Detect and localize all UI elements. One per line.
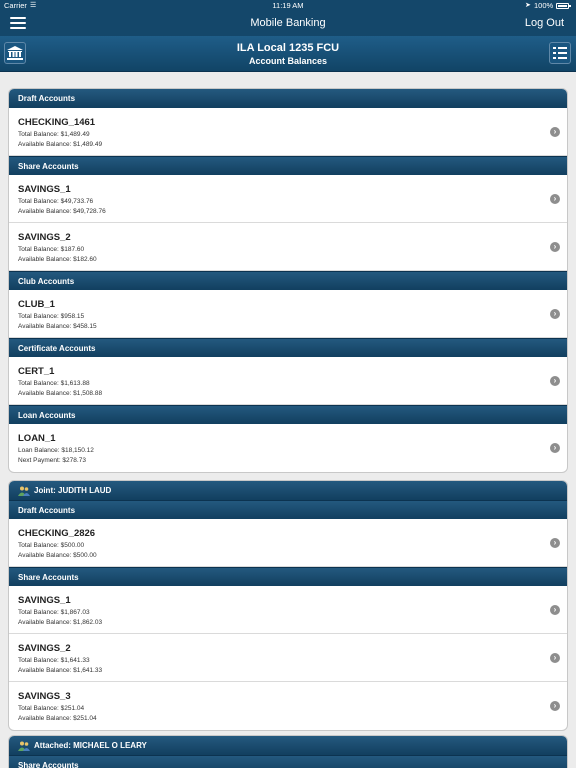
account-available: Available Balance: $1,489.49	[18, 141, 103, 148]
location-icon: ➤	[525, 2, 531, 9]
account-available: Available Balance: $251.04	[18, 715, 97, 722]
chevron-right-icon: ›	[550, 376, 560, 386]
chevron-right-icon: ›	[550, 701, 560, 711]
section-header: Club Accounts	[9, 271, 567, 290]
account-available: Available Balance: $458.15	[18, 323, 97, 330]
account-row[interactable]: SAVINGS_2 Total Balance: $187.60 Availab…	[9, 223, 567, 271]
account-row[interactable]: SAVINGS_1 Total Balance: $49,733.76 Avai…	[9, 175, 567, 223]
account-row[interactable]: CHECKING_1461 Total Balance: $1,489.49 A…	[9, 108, 567, 156]
account-total: Total Balance: $500.00	[18, 542, 85, 549]
account-total: Total Balance: $1,641.33	[18, 657, 90, 664]
account-row[interactable]: CERT_1 Total Balance: $1,613.88 Availabl…	[9, 357, 567, 405]
account-available: Available Balance: $1,862.03	[18, 619, 103, 626]
account-name: SAVINGS_2	[18, 643, 71, 654]
accounts-list[interactable]: Draft Accounts CHECKING_1461 Total Balan…	[0, 72, 576, 768]
account-total: Total Balance: $251.04	[18, 705, 85, 712]
account-total: Total Balance: $49,733.76	[18, 198, 94, 205]
account-row[interactable]: CHECKING_2826 Total Balance: $500.00 Ava…	[9, 519, 567, 567]
chevron-right-icon: ›	[550, 127, 560, 137]
account-available: Available Balance: $182.60	[18, 256, 97, 263]
account-name: SAVINGS_2	[18, 232, 71, 243]
account-name: LOAN_1	[18, 433, 56, 444]
people-icon	[18, 486, 30, 500]
loan-balance: Loan Balance: $18,150.12	[18, 447, 94, 454]
account-available: Available Balance: $500.00	[18, 552, 97, 559]
account-total: Total Balance: $1,867.03	[18, 609, 90, 616]
status-time: 11:19 AM	[272, 1, 304, 10]
account-name: SAVINGS_1	[18, 184, 71, 195]
account-total: Total Balance: $1,489.49	[18, 131, 90, 138]
account-row[interactable]: CLUB_1 Total Balance: $958.15 Available …	[9, 290, 567, 338]
account-available: Available Balance: $1,508.88	[18, 390, 103, 397]
account-row[interactable]: SAVINGS_1 Total Balance: $1,867.03 Avail…	[9, 586, 567, 634]
battery-percent: 100%	[534, 1, 554, 10]
primary-accounts-card: Draft Accounts CHECKING_1461 Total Balan…	[9, 89, 567, 472]
chevron-right-icon: ›	[550, 309, 560, 319]
credit-union-name: ILA Local 1235 FCU	[236, 42, 340, 54]
account-row[interactable]: SAVINGS_2 Total Balance: $1,641.33 Avail…	[9, 634, 567, 682]
section-header: Draft Accounts	[9, 500, 567, 519]
account-row[interactable]: LOAN_1 Loan Balance: $18,150.12 Next Pay…	[9, 424, 567, 472]
logout-button[interactable]: Log Out	[525, 17, 564, 29]
page-header: ILA Local 1235 FCU Account Balances	[0, 36, 576, 72]
section-header: Share Accounts	[9, 755, 567, 768]
chevron-right-icon: ›	[550, 242, 560, 252]
app-title: Mobile Banking	[250, 17, 326, 29]
account-name: CLUB_1	[18, 299, 55, 310]
owner-name: Attached: MICHAEL O LEARY	[34, 741, 147, 750]
account-total: Total Balance: $958.15	[18, 313, 85, 320]
joint-accounts-card: Joint: JUDITH LAUD Draft Accounts CHECKI…	[9, 481, 567, 730]
chevron-right-icon: ›	[550, 443, 560, 453]
account-name: CERT_1	[18, 366, 55, 377]
attached-accounts-card: Attached: MICHAEL O LEARY Share Accounts	[9, 736, 567, 768]
owner-header: Attached: MICHAEL O LEARY	[9, 736, 567, 755]
account-row[interactable]: SAVINGS_3 Total Balance: $251.04 Availab…	[9, 682, 567, 730]
chevron-right-icon: ›	[550, 605, 560, 615]
status-bar: Carrier ☰ 11:19 AM ➤ 100%	[0, 0, 576, 12]
page-subtitle: Account Balances	[248, 56, 328, 66]
account-available: Available Balance: $1,641.33	[18, 667, 103, 674]
account-name: SAVINGS_1	[18, 595, 71, 606]
battery-icon	[556, 3, 571, 9]
section-header: Certificate Accounts	[9, 338, 567, 357]
owner-header: Joint: JUDITH LAUD	[9, 481, 567, 500]
account-available: Available Balance: $49,728.76	[18, 208, 106, 215]
owner-name: Joint: JUDITH LAUD	[34, 486, 112, 495]
nav-bar: Mobile Banking Log Out	[0, 12, 576, 36]
chevron-right-icon: ›	[550, 194, 560, 204]
section-header: Loan Accounts	[9, 405, 567, 424]
account-name: SAVINGS_3	[18, 691, 71, 702]
section-header: Share Accounts	[9, 567, 567, 586]
section-header: Draft Accounts	[9, 89, 567, 108]
account-name: CHECKING_2826	[18, 528, 96, 539]
list-view-icon[interactable]	[549, 42, 571, 64]
chevron-right-icon: ›	[550, 538, 560, 548]
people-icon	[18, 741, 30, 755]
account-name: CHECKING_1461	[18, 117, 96, 128]
chevron-right-icon: ›	[550, 653, 560, 663]
section-header: Share Accounts	[9, 156, 567, 175]
account-total: Total Balance: $1,613.88	[18, 380, 90, 387]
account-total: Total Balance: $187.60	[18, 246, 85, 253]
next-payment: Next Payment: $278.73	[18, 457, 86, 464]
